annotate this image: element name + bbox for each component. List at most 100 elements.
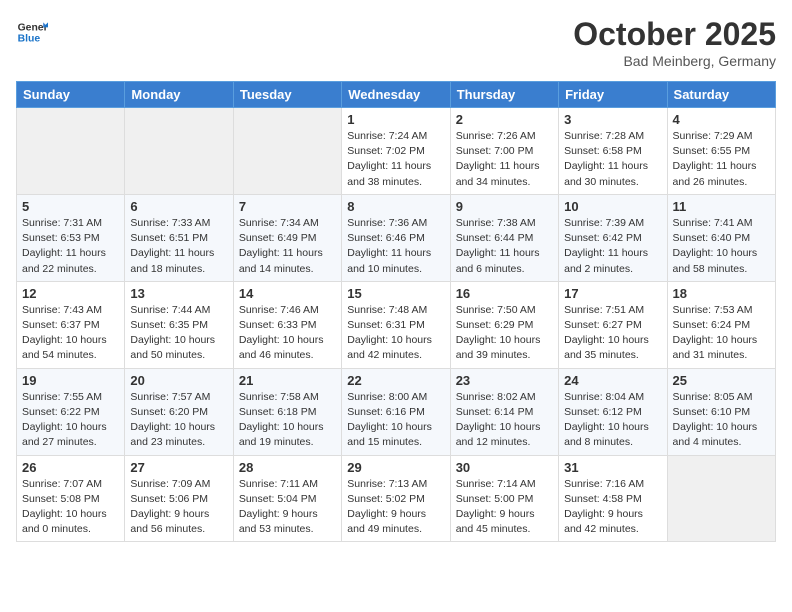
calendar-cell: 17 Sunrise: 7:51 AM Sunset: 6:27 PM Dayli… <box>559 281 667 368</box>
day-info: Sunrise: 8:05 AM Sunset: 6:10 PM Dayligh… <box>673 390 770 451</box>
logo-icon: General Blue <box>16 16 48 48</box>
calendar-cell <box>125 108 233 195</box>
weekday-header-friday: Friday <box>559 82 667 108</box>
day-number: 31 <box>564 460 661 475</box>
day-info: Sunrise: 7:44 AM Sunset: 6:35 PM Dayligh… <box>130 303 227 364</box>
calendar-cell: 13 Sunrise: 7:44 AM Sunset: 6:35 PM Dayli… <box>125 281 233 368</box>
day-info: Sunrise: 7:55 AM Sunset: 6:22 PM Dayligh… <box>22 390 119 451</box>
day-number: 16 <box>456 286 553 301</box>
day-number: 4 <box>673 112 770 127</box>
day-info: Sunrise: 7:09 AM Sunset: 5:06 PM Dayligh… <box>130 477 227 538</box>
day-info: Sunrise: 7:31 AM Sunset: 6:53 PM Dayligh… <box>22 216 119 277</box>
day-info: Sunrise: 8:02 AM Sunset: 6:14 PM Dayligh… <box>456 390 553 451</box>
weekday-header-sunday: Sunday <box>17 82 125 108</box>
day-number: 5 <box>22 199 119 214</box>
calendar-cell: 6 Sunrise: 7:33 AM Sunset: 6:51 PM Daylig… <box>125 194 233 281</box>
day-number: 29 <box>347 460 444 475</box>
weekday-header-saturday: Saturday <box>667 82 775 108</box>
day-info: Sunrise: 8:00 AM Sunset: 6:16 PM Dayligh… <box>347 390 444 451</box>
day-info: Sunrise: 7:58 AM Sunset: 6:18 PM Dayligh… <box>239 390 336 451</box>
day-number: 20 <box>130 373 227 388</box>
day-info: Sunrise: 7:57 AM Sunset: 6:20 PM Dayligh… <box>130 390 227 451</box>
calendar-cell: 10 Sunrise: 7:39 AM Sunset: 6:42 PM Dayli… <box>559 194 667 281</box>
page-header: General Blue October 2025 Bad Meinberg, … <box>16 16 776 69</box>
logo: General Blue <box>16 16 48 48</box>
calendar-cell <box>17 108 125 195</box>
calendar-week-row: 1 Sunrise: 7:24 AM Sunset: 7:02 PM Daylig… <box>17 108 776 195</box>
day-info: Sunrise: 7:39 AM Sunset: 6:42 PM Dayligh… <box>564 216 661 277</box>
calendar-cell: 22Sunrise: 8:00 AM Sunset: 6:16 PM Dayli… <box>342 368 450 455</box>
day-info: Sunrise: 7:28 AM Sunset: 6:58 PM Dayligh… <box>564 129 661 190</box>
calendar-cell: 25Sunrise: 8:05 AM Sunset: 6:10 PM Dayli… <box>667 368 775 455</box>
day-info: Sunrise: 7:43 AM Sunset: 6:37 PM Dayligh… <box>22 303 119 364</box>
location-subtitle: Bad Meinberg, Germany <box>573 53 776 69</box>
calendar-cell: 1 Sunrise: 7:24 AM Sunset: 7:02 PM Daylig… <box>342 108 450 195</box>
calendar-cell: 9Sunrise: 7:38 AM Sunset: 6:44 PM Daylig… <box>450 194 558 281</box>
day-number: 17 <box>564 286 661 301</box>
day-info: Sunrise: 7:46 AM Sunset: 6:33 PM Dayligh… <box>239 303 336 364</box>
day-number: 14 <box>239 286 336 301</box>
calendar-cell: 26Sunrise: 7:07 AM Sunset: 5:08 PM Dayli… <box>17 455 125 542</box>
day-number: 8 <box>347 199 444 214</box>
calendar-cell: 30 Sunrise: 7:14 AM Sunset: 5:00 PM Dayli… <box>450 455 558 542</box>
day-info: Sunrise: 7:41 AM Sunset: 6:40 PM Dayligh… <box>673 216 770 277</box>
weekday-header-tuesday: Tuesday <box>233 82 341 108</box>
day-info: Sunrise: 7:48 AM Sunset: 6:31 PM Dayligh… <box>347 303 444 364</box>
calendar-cell: 24 Sunrise: 8:04 AM Sunset: 6:12 PM Dayli… <box>559 368 667 455</box>
day-number: 28 <box>239 460 336 475</box>
calendar-cell: 20 Sunrise: 7:57 AM Sunset: 6:20 PM Dayli… <box>125 368 233 455</box>
calendar-table: SundayMondayTuesdayWednesdayThursdayFrid… <box>16 81 776 542</box>
day-info: Sunrise: 7:24 AM Sunset: 7:02 PM Dayligh… <box>347 129 444 190</box>
calendar-cell: 12 Sunrise: 7:43 AM Sunset: 6:37 PM Dayli… <box>17 281 125 368</box>
day-info: Sunrise: 7:33 AM Sunset: 6:51 PM Dayligh… <box>130 216 227 277</box>
calendar-cell: 19 Sunrise: 7:55 AM Sunset: 6:22 PM Dayli… <box>17 368 125 455</box>
day-info: Sunrise: 7:26 AM Sunset: 7:00 PM Dayligh… <box>456 129 553 190</box>
day-number: 13 <box>130 286 227 301</box>
calendar-cell: 29 Sunrise: 7:13 AM Sunset: 5:02 PM Dayli… <box>342 455 450 542</box>
day-number: 10 <box>564 199 661 214</box>
day-info: Sunrise: 7:14 AM Sunset: 5:00 PM Dayligh… <box>456 477 553 538</box>
day-info: Sunrise: 8:04 AM Sunset: 6:12 PM Dayligh… <box>564 390 661 451</box>
calendar-cell: 21Sunrise: 7:58 AM Sunset: 6:18 PM Dayli… <box>233 368 341 455</box>
weekday-header-wednesday: Wednesday <box>342 82 450 108</box>
month-title: October 2025 <box>573 16 776 53</box>
calendar-cell: 16Sunrise: 7:50 AM Sunset: 6:29 PM Dayli… <box>450 281 558 368</box>
weekday-header-monday: Monday <box>125 82 233 108</box>
calendar-cell: 14 Sunrise: 7:46 AM Sunset: 6:33 PM Dayli… <box>233 281 341 368</box>
day-number: 30 <box>456 460 553 475</box>
day-info: Sunrise: 7:29 AM Sunset: 6:55 PM Dayligh… <box>673 129 770 190</box>
day-number: 19 <box>22 373 119 388</box>
day-number: 9 <box>456 199 553 214</box>
weekday-header-thursday: Thursday <box>450 82 558 108</box>
calendar-cell: 5 Sunrise: 7:31 AM Sunset: 6:53 PM Daylig… <box>17 194 125 281</box>
day-info: Sunrise: 7:51 AM Sunset: 6:27 PM Dayligh… <box>564 303 661 364</box>
day-info: Sunrise: 7:53 AM Sunset: 6:24 PM Dayligh… <box>673 303 770 364</box>
title-section: October 2025 Bad Meinberg, Germany <box>573 16 776 69</box>
day-number: 6 <box>130 199 227 214</box>
calendar-cell: 3Sunrise: 7:28 AM Sunset: 6:58 PM Daylig… <box>559 108 667 195</box>
calendar-cell: 23Sunrise: 8:02 AM Sunset: 6:14 PM Dayli… <box>450 368 558 455</box>
day-info: Sunrise: 7:16 AM Sunset: 4:58 PM Dayligh… <box>564 477 661 538</box>
calendar-cell: 2Sunrise: 7:26 AM Sunset: 7:00 PM Daylig… <box>450 108 558 195</box>
day-number: 12 <box>22 286 119 301</box>
day-info: Sunrise: 7:07 AM Sunset: 5:08 PM Dayligh… <box>22 477 119 538</box>
day-number: 15 <box>347 286 444 301</box>
day-info: Sunrise: 7:36 AM Sunset: 6:46 PM Dayligh… <box>347 216 444 277</box>
calendar-week-row: 19 Sunrise: 7:55 AM Sunset: 6:22 PM Dayli… <box>17 368 776 455</box>
calendar-cell: 15 Sunrise: 7:48 AM Sunset: 6:31 PM Dayli… <box>342 281 450 368</box>
calendar-cell <box>667 455 775 542</box>
day-info: Sunrise: 7:11 AM Sunset: 5:04 PM Dayligh… <box>239 477 336 538</box>
calendar-cell: 18 Sunrise: 7:53 AM Sunset: 6:24 PM Dayli… <box>667 281 775 368</box>
day-number: 18 <box>673 286 770 301</box>
day-info: Sunrise: 7:13 AM Sunset: 5:02 PM Dayligh… <box>347 477 444 538</box>
calendar-cell <box>233 108 341 195</box>
day-number: 1 <box>347 112 444 127</box>
calendar-cell: 7Sunrise: 7:34 AM Sunset: 6:49 PM Daylig… <box>233 194 341 281</box>
day-number: 27 <box>130 460 227 475</box>
calendar-week-row: 12 Sunrise: 7:43 AM Sunset: 6:37 PM Dayli… <box>17 281 776 368</box>
weekday-header-row: SundayMondayTuesdayWednesdayThursdayFrid… <box>17 82 776 108</box>
day-number: 24 <box>564 373 661 388</box>
calendar-week-row: 5 Sunrise: 7:31 AM Sunset: 6:53 PM Daylig… <box>17 194 776 281</box>
calendar-cell: 27 Sunrise: 7:09 AM Sunset: 5:06 PM Dayli… <box>125 455 233 542</box>
calendar-cell: 31 Sunrise: 7:16 AM Sunset: 4:58 PM Dayli… <box>559 455 667 542</box>
